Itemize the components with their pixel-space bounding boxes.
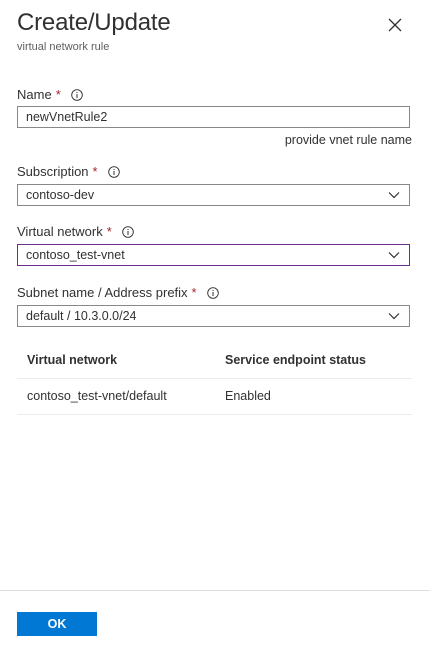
name-input-box[interactable] xyxy=(17,106,410,128)
chevron-down-icon xyxy=(388,311,400,321)
subscription-selected: contoso-dev xyxy=(26,188,95,202)
subscription-label: Subscription * xyxy=(17,164,120,179)
subnet-dropdown[interactable]: default / 10.3.0.0/24 xyxy=(17,305,410,327)
subnet-label-text: Subnet name / Address prefix xyxy=(17,285,188,300)
subnet-label: Subnet name / Address prefix * xyxy=(17,285,219,300)
table-row: contoso_test-vnet/default Enabled xyxy=(17,379,412,415)
info-icon[interactable] xyxy=(122,225,134,238)
info-icon[interactable] xyxy=(70,88,83,101)
required-mark: * xyxy=(55,87,61,102)
subscription-label-text: Subscription xyxy=(17,164,89,179)
virtual-network-dropdown[interactable]: contoso_test-vnet xyxy=(17,244,410,266)
panel-title: Create/Update xyxy=(17,9,171,36)
table-cell-service-endpoint-status: Enabled xyxy=(225,389,271,403)
name-input[interactable] xyxy=(26,107,409,127)
close-icon xyxy=(388,18,402,32)
table-cell-virtual-network: contoso_test-vnet/default xyxy=(27,389,167,403)
ok-button[interactable]: OK xyxy=(17,612,97,636)
vnet-table: Virtual network Service endpoint status … xyxy=(17,343,412,415)
required-mark: * xyxy=(106,224,112,239)
subscription-dropdown[interactable]: contoso-dev xyxy=(17,184,410,206)
required-mark: * xyxy=(191,285,197,300)
info-icon[interactable] xyxy=(206,286,219,299)
table-header-row: Virtual network Service endpoint status xyxy=(17,343,412,379)
name-hint: provide vnet rule name xyxy=(284,133,412,147)
name-label: Name * xyxy=(17,87,83,102)
column-header-service-endpoint-status: Service endpoint status xyxy=(225,353,367,367)
chevron-down-icon xyxy=(388,190,400,200)
column-header-virtual-network: Virtual network xyxy=(27,353,118,367)
name-label-text: Name xyxy=(17,87,52,102)
virtual-network-label: Virtual network * xyxy=(17,224,134,239)
subnet-selected: default / 10.3.0.0/24 xyxy=(26,309,137,323)
footer-divider xyxy=(0,590,430,591)
panel-subtitle: virtual network rule xyxy=(17,41,110,53)
virtual-network-label-text: Virtual network xyxy=(17,224,103,239)
required-mark: * xyxy=(92,164,98,179)
virtual-network-selected: contoso_test-vnet xyxy=(26,248,125,262)
chevron-down-icon xyxy=(388,250,400,260)
close-button[interactable] xyxy=(384,14,406,36)
info-icon[interactable] xyxy=(107,165,120,178)
